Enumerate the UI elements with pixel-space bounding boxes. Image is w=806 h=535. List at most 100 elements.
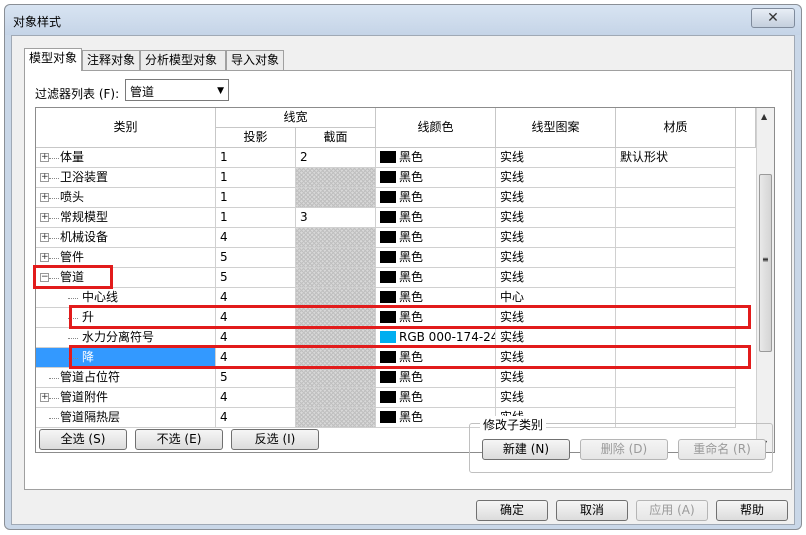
material-cell[interactable] — [616, 168, 736, 188]
line-color-cell[interactable]: 黑色 — [376, 188, 496, 208]
help-button[interactable]: 帮助 — [716, 500, 788, 521]
header-line-color[interactable]: 线颜色 — [376, 108, 496, 148]
cut-cell-disabled — [296, 248, 376, 268]
category-cell[interactable]: + 常规模型 — [36, 208, 216, 228]
header-category[interactable]: 类别 — [36, 108, 216, 148]
projection-cell[interactable]: 5 — [216, 248, 296, 268]
material-cell[interactable]: 默认形状 — [616, 148, 736, 168]
rename-subcategory-button[interactable]: 重命名 (R) — [678, 439, 766, 460]
category-cell[interactable]: + 体量 — [36, 148, 216, 168]
tab-annotation-objects[interactable]: 注释对象 — [82, 50, 140, 70]
model-objects-panel: 过滤器列表 (F): 管道 ▼ 类别 线宽 投影 截面 线颜色 线型图案 材质 … — [24, 70, 792, 490]
material-cell[interactable] — [616, 188, 736, 208]
tab-model-objects[interactable]: 模型对象 — [24, 48, 82, 71]
apply-button[interactable]: 应用 (A) — [636, 500, 708, 521]
line-pattern-cell[interactable]: 实线 — [496, 168, 616, 188]
line-color-label: 黑色 — [399, 290, 424, 304]
projection-cell[interactable]: 1 — [216, 168, 296, 188]
line-color-cell[interactable]: 黑色 — [376, 388, 496, 408]
expand-icon[interactable]: + — [40, 173, 49, 182]
table-row[interactable]: + 常规模型 1 3 黑色 实线 — [36, 208, 756, 228]
projection-cell[interactable]: 5 — [216, 268, 296, 288]
cut-cell-disabled — [296, 388, 376, 408]
table-row[interactable]: + 体量 1 2 黑色 实线 默认形状 — [36, 148, 756, 168]
new-subcategory-button[interactable]: 新建 (N) — [482, 439, 570, 460]
line-pattern-cell[interactable]: 实线 — [496, 148, 616, 168]
cut-cell[interactable]: 2 — [296, 148, 376, 168]
category-cell[interactable]: + 管道附件 — [36, 388, 216, 408]
line-color-cell[interactable]: 黑色 — [376, 208, 496, 228]
cut-cell[interactable]: 3 — [296, 208, 376, 228]
table-row[interactable]: + 卫浴装置 1 黑色 实线 — [36, 168, 756, 188]
line-pattern-cell[interactable]: 实线 — [496, 228, 616, 248]
close-button[interactable]: ✕ — [751, 8, 795, 28]
header-material[interactable]: 材质 — [616, 108, 736, 148]
line-color-cell[interactable]: 黑色 — [376, 248, 496, 268]
tab-analytical-model-objects[interactable]: 分析模型对象 — [140, 50, 226, 70]
filter-list-dropdown[interactable]: 管道 ▼ — [125, 79, 229, 101]
line-pattern-cell[interactable]: 实线 — [496, 388, 616, 408]
dialog-client: 模型对象 注释对象 分析模型对象 导入对象 过滤器列表 (F): 管道 ▼ 类别… — [11, 35, 795, 525]
table-row[interactable]: + 机械设备 4 黑色 实线 — [36, 228, 756, 248]
expand-icon[interactable]: + — [40, 393, 49, 402]
material-cell[interactable] — [616, 368, 736, 388]
cancel-button[interactable]: 取消 — [556, 500, 628, 521]
projection-cell[interactable]: 4 — [216, 408, 296, 428]
tab-imported-objects[interactable]: 导入对象 — [226, 50, 284, 70]
material-cell[interactable] — [616, 268, 736, 288]
category-cell[interactable]: + 机械设备 — [36, 228, 216, 248]
grid-vertical-scrollbar[interactable]: ▲ ≡ ▼ — [756, 108, 774, 452]
line-color-label: 黑色 — [399, 230, 424, 244]
line-color-cell[interactable]: 黑色 — [376, 148, 496, 168]
ok-button[interactable]: 确定 — [476, 500, 548, 521]
line-pattern-cell[interactable]: 实线 — [496, 248, 616, 268]
scroll-up-icon[interactable]: ▲ — [761, 112, 767, 121]
expand-icon[interactable]: + — [40, 233, 49, 242]
category-label: 管道隔热层 — [60, 410, 121, 424]
category-label: 喷头 — [60, 190, 85, 204]
line-color-label: 黑色 — [399, 410, 424, 424]
invert-selection-button[interactable]: 反选 (I) — [231, 429, 319, 450]
scrollbar-thumb[interactable]: ≡ — [759, 174, 772, 352]
projection-cell[interactable]: 1 — [216, 148, 296, 168]
category-cell[interactable]: + 喷头 — [36, 188, 216, 208]
table-row[interactable]: − 管道 5 黑色 实线 — [36, 268, 756, 288]
header-line-pattern[interactable]: 线型图案 — [496, 108, 616, 148]
material-cell[interactable] — [616, 228, 736, 248]
table-row[interactable]: + 喷头 1 黑色 实线 — [36, 188, 756, 208]
expand-icon[interactable]: + — [40, 153, 49, 162]
table-row[interactable]: + 管件 5 黑色 实线 — [36, 248, 756, 268]
line-color-cell[interactable]: 黑色 — [376, 228, 496, 248]
expand-icon[interactable]: + — [40, 193, 49, 202]
material-cell[interactable] — [616, 248, 736, 268]
material-cell[interactable] — [616, 388, 736, 408]
expand-icon[interactable]: + — [40, 213, 49, 222]
projection-cell[interactable]: 5 — [216, 368, 296, 388]
material-cell[interactable] — [616, 208, 736, 228]
category-cell[interactable]: 管道隔热层 — [36, 408, 216, 428]
select-none-button[interactable]: 不选 (E) — [135, 429, 223, 450]
line-color-cell[interactable]: 黑色 — [376, 368, 496, 388]
header-projection[interactable]: 投影 — [216, 128, 296, 148]
projection-cell[interactable]: 4 — [216, 228, 296, 248]
projection-cell[interactable]: 4 — [216, 388, 296, 408]
projection-cell[interactable]: 1 — [216, 208, 296, 228]
tree-connector — [49, 198, 59, 199]
table-row[interactable]: + 管道附件 4 黑色 实线 — [36, 388, 756, 408]
line-pattern-cell[interactable]: 实线 — [496, 208, 616, 228]
line-pattern-cell[interactable]: 实线 — [496, 368, 616, 388]
filter-list-label: 过滤器列表 (F): — [35, 87, 120, 101]
projection-cell[interactable]: 1 — [216, 188, 296, 208]
delete-subcategory-button[interactable]: 删除 (D) — [580, 439, 668, 460]
expand-icon[interactable]: + — [40, 253, 49, 262]
header-filler — [736, 108, 756, 148]
line-pattern-cell[interactable]: 实线 — [496, 188, 616, 208]
line-pattern-cell[interactable]: 实线 — [496, 268, 616, 288]
table-row[interactable]: 管道占位符 5 黑色 实线 — [36, 368, 756, 388]
line-color-cell[interactable]: 黑色 — [376, 268, 496, 288]
category-cell[interactable]: 管道占位符 — [36, 368, 216, 388]
category-cell[interactable]: + 卫浴装置 — [36, 168, 216, 188]
header-cut[interactable]: 截面 — [296, 128, 376, 148]
line-color-cell[interactable]: 黑色 — [376, 168, 496, 188]
select-all-button[interactable]: 全选 (S) — [39, 429, 127, 450]
